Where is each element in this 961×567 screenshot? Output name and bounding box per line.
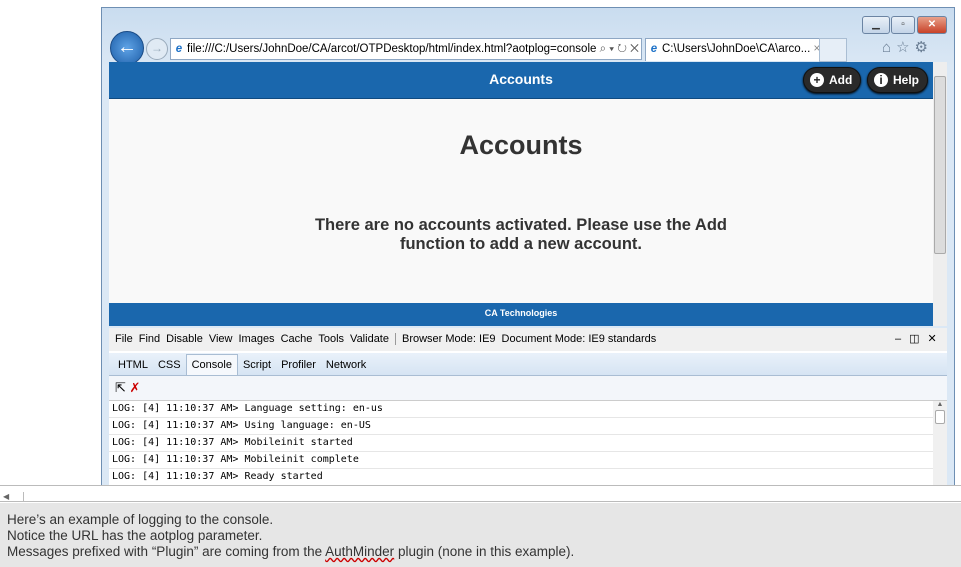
log-line: LOG: [4] 11:10:37 AM> Mobileinit started — [109, 435, 933, 452]
menu-view[interactable]: View — [209, 333, 233, 345]
tab-script[interactable]: Script — [238, 354, 276, 376]
log-line: LOG: [4] 11:10:37 AM> Ready started — [109, 469, 933, 486]
close-window-button[interactable]: ✕ — [917, 16, 947, 34]
console-log: LOG: [4] 11:10:37 AM> Language setting: … — [109, 401, 933, 486]
horizontal-scrollbar[interactable]: ◀ — [0, 485, 961, 502]
help-label: Help — [893, 73, 920, 87]
minimize-button[interactable]: ▁ — [862, 16, 890, 34]
caption-authminder: AuthMinder — [325, 544, 395, 559]
ie-icon: e — [175, 43, 183, 55]
caption-text: Messages prefixed with “Plugin” are comi… — [7, 544, 326, 559]
tab-console[interactable]: Console — [185, 354, 238, 375]
address-controls[interactable]: ⌕ ▾ ↻ ✕ — [600, 43, 639, 55]
tab-network[interactable]: Network — [321, 354, 371, 376]
favorites-star-icon[interactable]: ☆ — [896, 39, 914, 56]
caption-line: Here’s an example of logging to the cons… — [7, 512, 274, 527]
menu-tools[interactable]: Tools — [318, 333, 344, 345]
menu-validate[interactable]: Validate — [350, 333, 389, 345]
devtools-menu: File Find Disable View Images Cache Tools Valid… — [109, 328, 947, 351]
app-footer: CA Technologies — [109, 303, 933, 326]
app-header: Accounts + Add i Help — [109, 62, 933, 99]
back-button[interactable]: ← — [110, 31, 144, 65]
gear-icon[interactable]: ⚙ — [915, 39, 933, 56]
address-bar[interactable]: e file:///C:/Users/JohnDoe/CA/arcot/OTPDe… — [170, 38, 642, 60]
add-label: Add — [829, 73, 853, 87]
document-mode-menu[interactable]: Document Mode: IE9 standards — [502, 333, 657, 345]
url-text: file:///C:/Users/JohnDoe/CA/arcot/OTPDes… — [187, 43, 597, 55]
info-icon: i — [874, 73, 888, 87]
help-button[interactable]: i Help — [867, 67, 929, 93]
tab-profiler[interactable]: Profiler — [276, 354, 321, 376]
page-title: Accounts — [459, 130, 583, 160]
menu-disable[interactable]: Disable — [166, 333, 203, 345]
new-tab-button[interactable] — [819, 38, 847, 62]
page-content: Accounts + Add i Help Accounts There are n… — [109, 62, 933, 326]
tab-css[interactable]: CSS — [153, 354, 186, 376]
developer-tools: File Find Disable View Images Cache Tools Valid… — [109, 328, 947, 486]
caption: Here’s an example of logging to the cons… — [0, 503, 961, 567]
tab-html[interactable]: HTML — [113, 354, 153, 376]
browser-tools: ⌂☆⚙ — [882, 38, 933, 56]
clear-console-icon[interactable]: ✗ — [130, 380, 141, 395]
maximize-button[interactable]: ▫ — [891, 16, 915, 34]
page-scrollbar[interactable] — [933, 62, 947, 326]
forward-button[interactable]: → — [146, 38, 168, 60]
menu-cache[interactable]: Cache — [281, 333, 313, 345]
console-scrollbar[interactable]: ▲ — [933, 401, 947, 486]
devtools-window-controls[interactable]: –◫✕ — [895, 328, 945, 351]
log-line: LOG: [4] 11:10:37 AM> Mobileinit complet… — [109, 452, 933, 469]
log-line: LOG: [4] 11:10:37 AM> Using language: en… — [109, 418, 933, 435]
caption-line: Notice the URL has the aotplog parameter… — [7, 528, 263, 543]
caption-line: Messages prefixed with “Plugin” are comi… — [7, 544, 961, 560]
console-toolbar: ⇱ ✗ — [109, 376, 947, 401]
caption-text: plugin (none in this example). — [394, 544, 575, 559]
tab-title: C:\Users\JohnDoe\CA\arco... — [662, 43, 811, 55]
ie-icon: e — [650, 43, 658, 55]
add-button[interactable]: + Add — [803, 67, 862, 93]
home-icon[interactable]: ⌂ — [882, 39, 896, 56]
devtools-tabs: HTML CSS Console Script Profiler Network — [109, 353, 947, 376]
select-element-icon[interactable]: ⇱ — [115, 380, 126, 395]
log-line: LOG: [4] 11:10:37 AM> Language setting: … — [109, 401, 933, 418]
menu-images[interactable]: Images — [238, 333, 274, 345]
menu-file[interactable]: File — [115, 333, 133, 345]
browser-tab[interactable]: e C:\Users\JohnDoe\CA\arco... × — [645, 38, 820, 61]
browser-mode-menu[interactable]: Browser Mode: IE9 — [402, 333, 496, 345]
browser-window: ▁ ▫ ✕ ← → e file:///C:/Users/JohnDoe/CA/a… — [101, 7, 955, 486]
menu-find[interactable]: Find — [139, 333, 160, 345]
empty-message: There are no accounts activated. Please … — [314, 216, 728, 253]
plus-icon: + — [810, 73, 824, 87]
